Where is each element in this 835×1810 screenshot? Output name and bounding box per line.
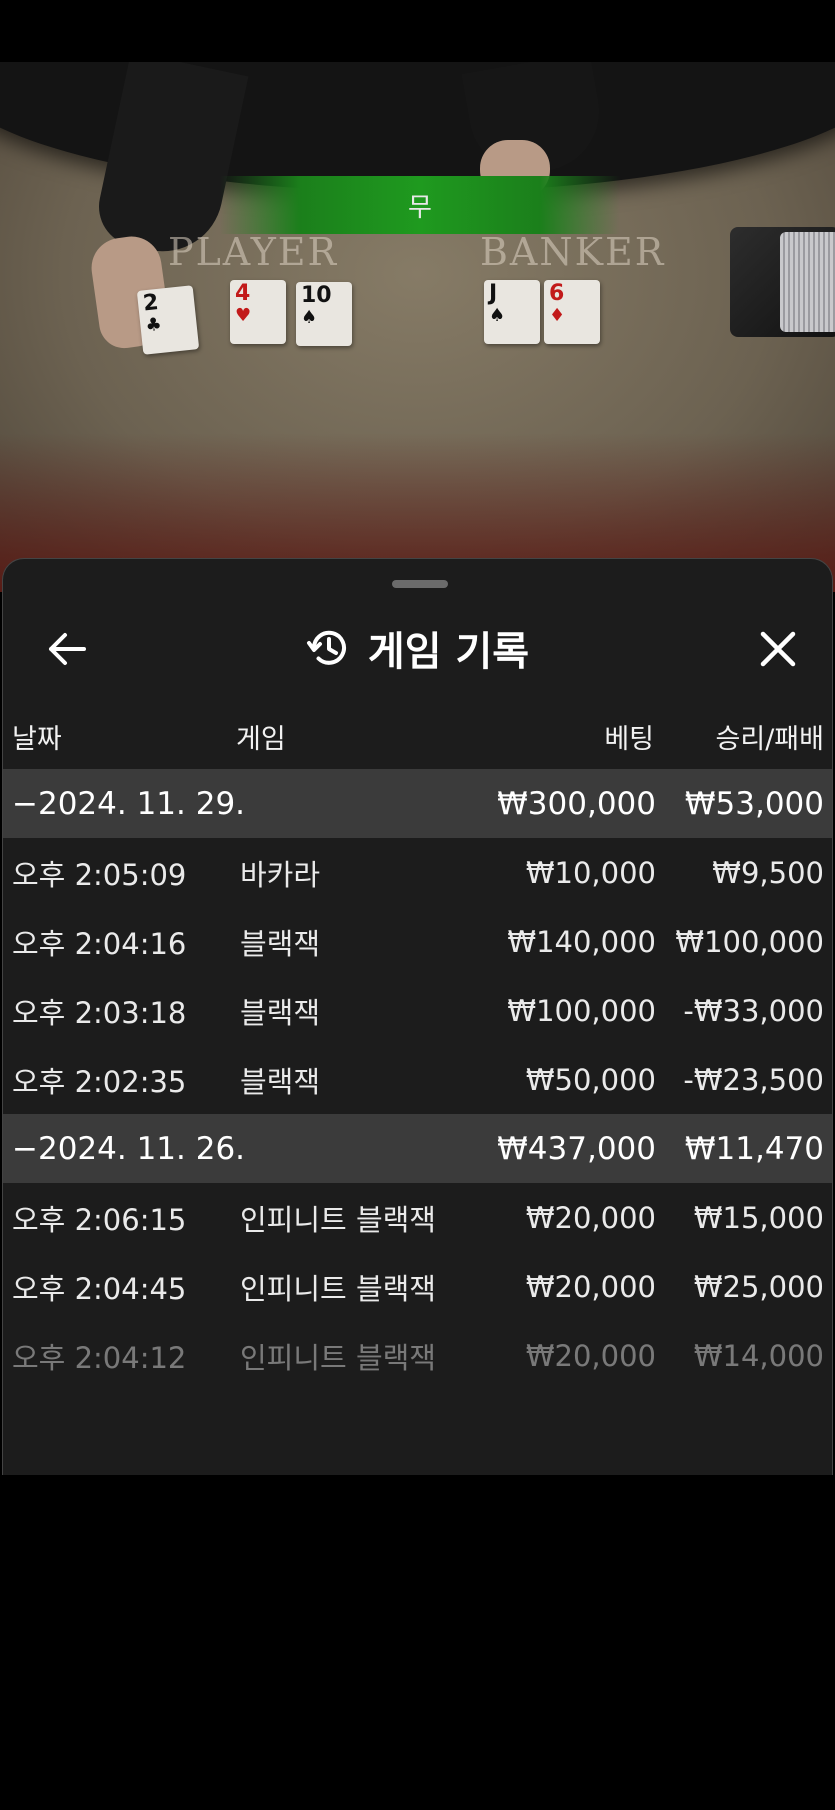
row-bet: ₩20,000 bbox=[525, 1269, 656, 1304]
row-game: 인피니트 블랙잭 bbox=[240, 1340, 436, 1375]
card-shoe-deck bbox=[780, 232, 835, 332]
row-game: 블랙잭 bbox=[240, 995, 321, 1030]
row-time: 오후 2:05:09 bbox=[12, 857, 187, 892]
row-win: ₩100,000 bbox=[675, 924, 824, 959]
column-win-loss: 승리/패배 bbox=[715, 724, 824, 755]
felt-player-label: PLAYER bbox=[168, 230, 339, 274]
row-bet: ₩20,000 bbox=[525, 1338, 656, 1373]
date-group-header[interactable]: −2024. 11. 29. ₩300,000 ₩53,000 bbox=[3, 769, 832, 838]
banker-card: J ♠ bbox=[484, 280, 540, 344]
banker-card: 6 ♦ bbox=[544, 280, 600, 344]
row-win: ₩9,500 bbox=[712, 855, 824, 890]
history-row[interactable]: 오후 2:03:18 블랙잭 ₩100,000 -₩33,000 bbox=[3, 976, 832, 1045]
row-game: 인피니트 블랙잭 bbox=[240, 1271, 436, 1306]
sheet-title-group: 게임 기록 bbox=[3, 619, 832, 677]
column-bet: 베팅 bbox=[604, 724, 654, 755]
row-win: ₩25,000 bbox=[693, 1269, 824, 1304]
group-date: −2024. 11. 26. bbox=[12, 1130, 246, 1167]
card-rank: 4 bbox=[235, 281, 251, 306]
live-game-video: PLAYER BANKER 무 2 ♣ 4 ♥ 10 ♠ J ♠ 6 ♦ bbox=[0, 62, 835, 592]
row-bet: ₩50,000 bbox=[525, 1062, 656, 1097]
history-row[interactable]: 오후 2:04:45 인피니트 블랙잭 ₩20,000 ₩25,000 bbox=[3, 1252, 832, 1321]
card-suit: ♠ bbox=[489, 305, 506, 326]
row-game: 블랙잭 bbox=[240, 926, 321, 961]
game-history-sheet: 게임 기록 날짜 게임 베팅 승리/패배 −2024. 11. 29. ₩300… bbox=[2, 558, 833, 1475]
round-result-banner: 무 bbox=[220, 176, 620, 234]
row-time: 오후 2:04:12 bbox=[12, 1340, 187, 1375]
player-card: 2 ♣ bbox=[136, 285, 200, 355]
group-total-win: ₩11,470 bbox=[684, 1130, 824, 1167]
history-row[interactable]: 오후 2:05:09 바카라 ₩10,000 ₩9,500 bbox=[3, 838, 832, 907]
history-row[interactable]: 오후 2:02:35 블랙잭 ₩50,000 -₩23,500 bbox=[3, 1045, 832, 1114]
player-card: 4 ♥ bbox=[230, 280, 286, 344]
card-rank: 10 bbox=[301, 283, 332, 308]
close-button[interactable] bbox=[752, 623, 804, 675]
group-total-win: ₩53,000 bbox=[684, 785, 824, 822]
row-time: 오후 2:02:35 bbox=[12, 1064, 187, 1099]
group-total-bet: ₩300,000 bbox=[497, 785, 656, 822]
close-icon bbox=[760, 631, 796, 667]
row-win: -₩33,000 bbox=[683, 993, 824, 1028]
card-suit: ♦ bbox=[549, 305, 566, 326]
card-suit: ♣ bbox=[144, 313, 163, 337]
page-title: 게임 기록 bbox=[367, 629, 530, 675]
history-clock-icon bbox=[306, 630, 346, 665]
history-row[interactable]: 오후 2:06:15 인피니트 블랙잭 ₩20,000 ₩15,000 bbox=[3, 1183, 832, 1252]
card-rank: 6 bbox=[549, 281, 565, 306]
row-game: 바카라 bbox=[240, 857, 321, 892]
date-group-header[interactable]: −2024. 11. 26. ₩437,000 ₩11,470 bbox=[3, 1114, 832, 1183]
row-bet: ₩100,000 bbox=[507, 993, 656, 1028]
card-rank: J bbox=[489, 281, 498, 306]
player-card: 10 ♠ bbox=[296, 282, 352, 346]
row-bet: ₩20,000 bbox=[525, 1200, 656, 1235]
row-bet: ₩10,000 bbox=[525, 855, 656, 890]
group-total-bet: ₩437,000 bbox=[497, 1130, 656, 1167]
row-win: ₩15,000 bbox=[693, 1200, 824, 1235]
sheet-header: 게임 기록 bbox=[3, 609, 832, 689]
column-game: 게임 bbox=[236, 724, 286, 755]
history-list[interactable]: −2024. 11. 29. ₩300,000 ₩53,000 오후 2:05:… bbox=[3, 769, 832, 1390]
round-result-text: 무 bbox=[408, 192, 432, 223]
card-suit: ♠ bbox=[301, 307, 318, 328]
card-rank: 2 bbox=[141, 289, 160, 317]
row-win: ₩14,000 bbox=[693, 1338, 824, 1373]
history-row[interactable]: 오후 2:04:12 인피니트 블랙잭 ₩20,000 ₩14,000 bbox=[3, 1321, 832, 1390]
table-header: 날짜 게임 베팅 승리/패배 bbox=[3, 711, 832, 761]
history-row[interactable]: 오후 2:04:16 블랙잭 ₩140,000 ₩100,000 bbox=[3, 907, 832, 976]
column-date: 날짜 bbox=[12, 724, 62, 755]
row-game: 인피니트 블랙잭 bbox=[240, 1202, 436, 1237]
row-game: 블랙잭 bbox=[240, 1064, 321, 1099]
row-win: -₩23,500 bbox=[683, 1062, 824, 1097]
felt-banker-label: BANKER bbox=[480, 230, 666, 274]
row-time: 오후 2:04:16 bbox=[12, 926, 187, 961]
row-time: 오후 2:04:45 bbox=[12, 1271, 187, 1306]
row-time: 오후 2:06:15 bbox=[12, 1202, 187, 1237]
group-date: −2024. 11. 29. bbox=[12, 785, 246, 822]
row-time: 오후 2:03:18 bbox=[12, 995, 187, 1030]
sheet-drag-handle[interactable] bbox=[392, 580, 448, 588]
card-suit: ♥ bbox=[235, 305, 252, 326]
row-bet: ₩140,000 bbox=[507, 924, 656, 959]
